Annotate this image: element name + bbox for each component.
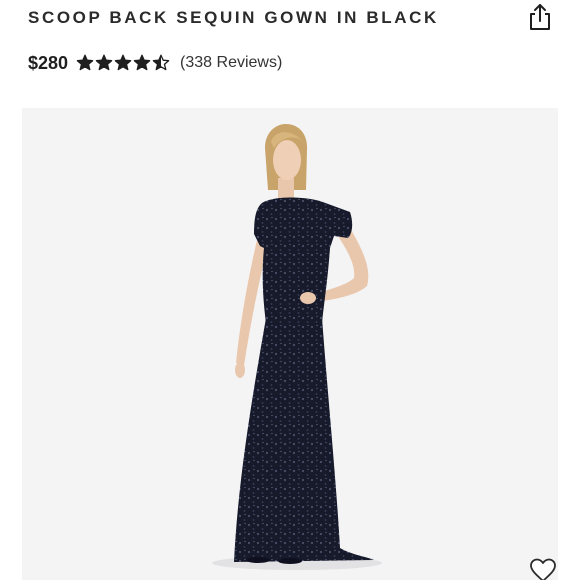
model-in-gown-image (212, 124, 382, 570)
star-icon (133, 54, 151, 71)
reviews-link[interactable]: (338 Reviews) (180, 54, 282, 72)
star-icon (95, 54, 113, 71)
share-icon (530, 4, 550, 30)
product-title: SCOOP BACK SEQUIN GOWN IN BLACK (28, 8, 439, 27)
product-price: $280 (28, 52, 69, 73)
star-icon (76, 54, 94, 71)
heart-outline-icon (530, 558, 556, 580)
star-icon (114, 54, 132, 71)
favorite-button[interactable] (528, 557, 558, 580)
price-rating-row: $280 (338 Reviews) (28, 50, 282, 76)
product-page: SCOOP BACK SEQUIN GOWN IN BLACK $280 (33… (0, 0, 580, 580)
product-image (22, 108, 558, 580)
star-icon (152, 54, 170, 71)
star-rating (76, 54, 171, 72)
share-button[interactable] (526, 2, 554, 32)
